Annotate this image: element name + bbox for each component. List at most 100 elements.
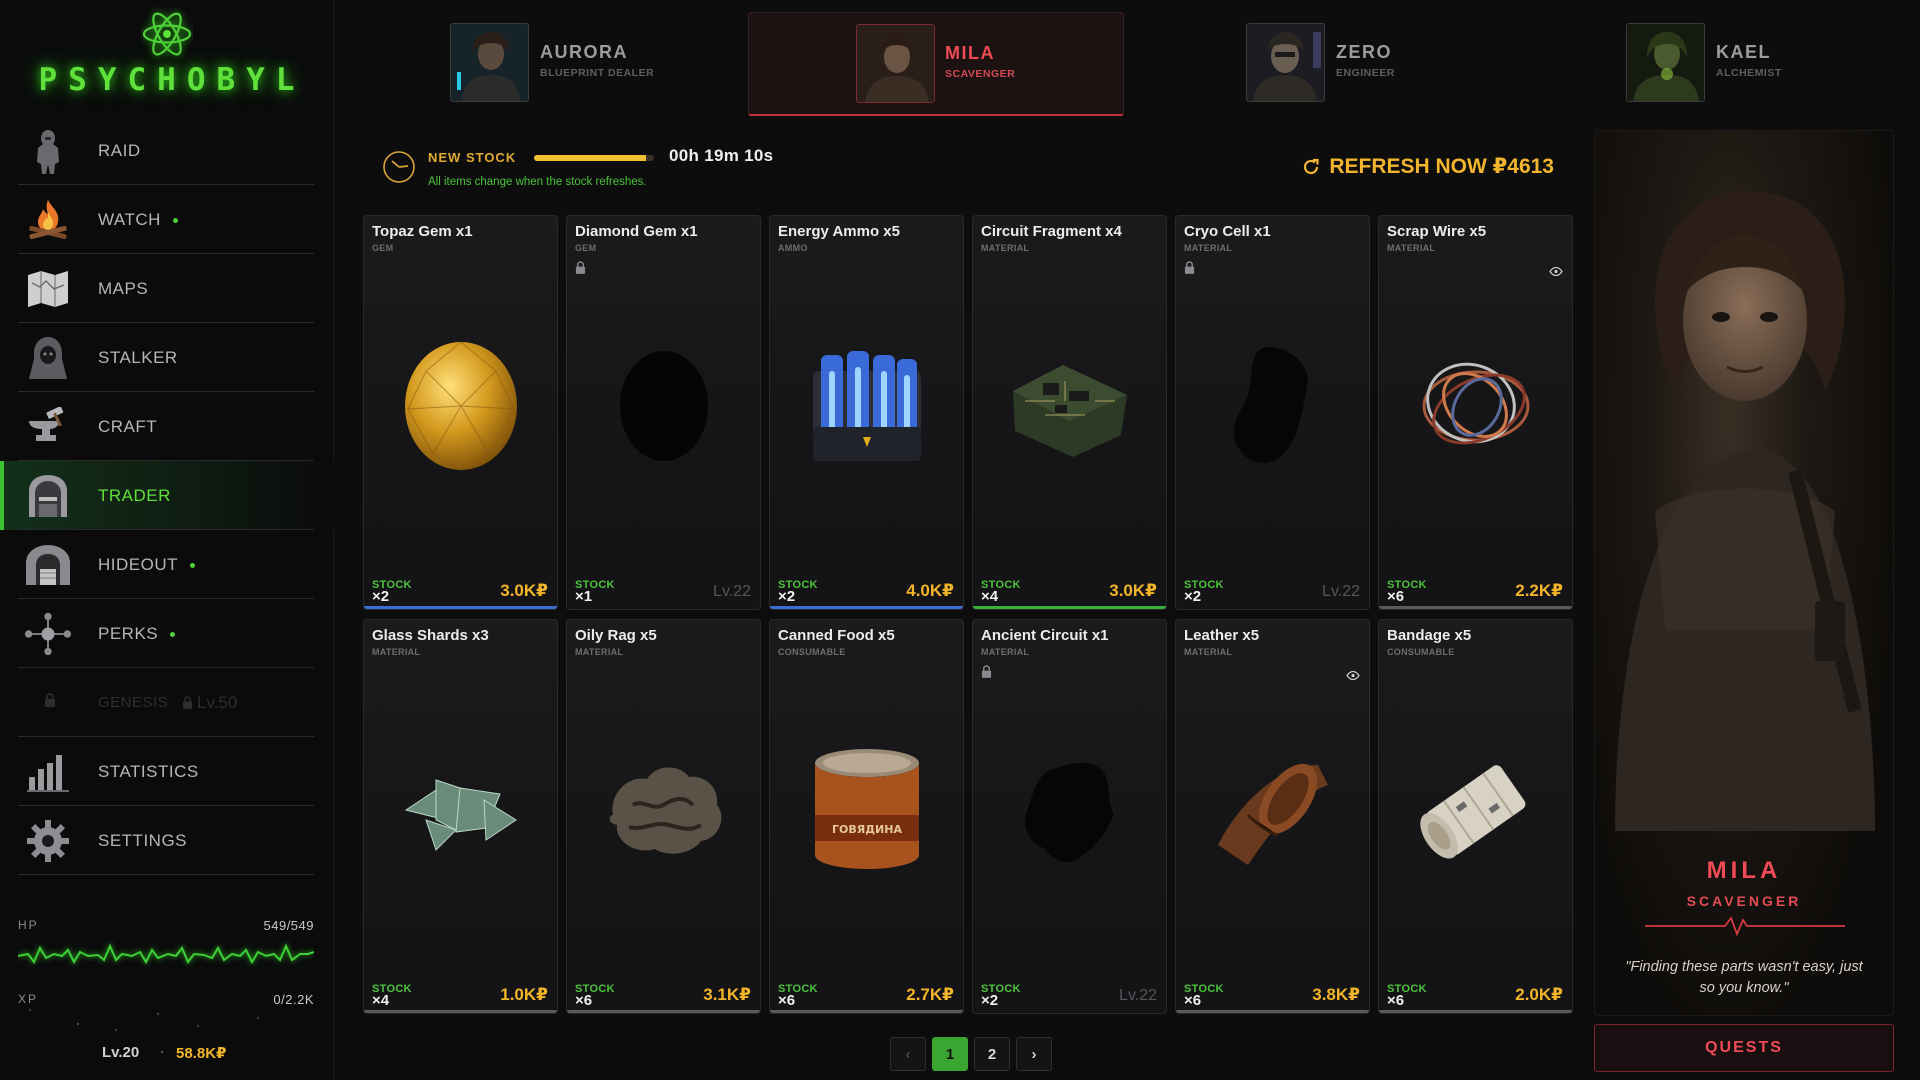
item-category: CONSUMABLE bbox=[1387, 647, 1455, 657]
item-card[interactable]: Cryo Cell x1 MATERIAL STOCK ×2 Lv.22 bbox=[1175, 215, 1370, 610]
statistics-icon bbox=[24, 748, 72, 796]
item-card[interactable]: Ancient Circuit x1 MATERIAL STOCK ×2 Lv.22 bbox=[972, 619, 1167, 1014]
stock-quantity: ×6 bbox=[1387, 992, 1405, 1009]
nav-label: STATISTICS bbox=[98, 761, 199, 781]
nav-item-settings[interactable]: SETTINGS bbox=[0, 806, 334, 875]
nav-item-craft[interactable]: CRAFT bbox=[0, 392, 334, 461]
nav-item-perks[interactable]: PERKS bbox=[0, 599, 334, 668]
item-card[interactable]: Energy Ammo x5 AMMO STOCK ×2 4.0K₽ bbox=[769, 215, 964, 610]
item-name: Scrap Wire x5 bbox=[1387, 223, 1487, 240]
map-icon bbox=[24, 265, 72, 313]
stock-timer-progress bbox=[534, 155, 654, 161]
notification-dot bbox=[172, 217, 178, 223]
item-card[interactable]: Glass Shards x3 MATERIAL STOCK ×4 1.0K₽ bbox=[363, 619, 558, 1014]
xp-row: XP 0/2.2K bbox=[18, 992, 314, 1007]
trader-portrait bbox=[856, 24, 935, 103]
nav-item-trader[interactable]: TRADER bbox=[0, 461, 334, 530]
stock-quantity: ×4 bbox=[372, 992, 390, 1009]
item-price: 2.7K₽ bbox=[906, 985, 954, 1004]
perks-icon bbox=[24, 610, 72, 658]
item-card[interactable]: Leather x5 MATERIAL STOCK ×6 3.8K₽ bbox=[1175, 619, 1370, 1014]
stock-quantity: ×6 bbox=[778, 992, 796, 1009]
tab-trader-zero[interactable]: ZERO ENGINEER bbox=[1246, 12, 1496, 116]
nav-label: CRAFT bbox=[98, 416, 158, 436]
hp-value: 549/549 bbox=[263, 918, 314, 933]
item-card[interactable]: Diamond Gem x1 GEM STOCK ×1 Lv.22 bbox=[566, 215, 761, 610]
nav-item-raid[interactable]: RAID bbox=[0, 116, 334, 185]
item-card[interactable]: Bandage x5 CONSUMABLE STOCK ×6 2.0K₽ bbox=[1378, 619, 1573, 1014]
refresh-now-button[interactable]: REFRESH NOW ₽4613 bbox=[1301, 154, 1554, 179]
eye-icon[interactable] bbox=[1549, 263, 1563, 281]
item-card[interactable]: Scrap Wire x5 MATERIAL STOCK ×6 2.2K₽ bbox=[1378, 215, 1573, 610]
player-money: 58.8K₽ bbox=[176, 1045, 227, 1062]
stock-subtitle: All items change when the stock refreshe… bbox=[428, 176, 647, 188]
trader-name: KAEL bbox=[1716, 42, 1771, 62]
prev-page-button[interactable]: ‹ bbox=[890, 1037, 926, 1071]
stock-quantity: ×6 bbox=[1184, 992, 1202, 1009]
tab-trader-kael[interactable]: KAEL ALCHEMIST bbox=[1626, 12, 1876, 116]
required-level: Lv.22 bbox=[1119, 987, 1157, 1004]
item-name: Canned Food x5 bbox=[778, 627, 895, 644]
item-card[interactable]: Oily Rag x5 MATERIAL STOCK ×6 3.1K₽ bbox=[566, 619, 761, 1014]
item-card[interactable]: Canned Food x5 CONSUMABLE ГОВЯДИНА STOCK ×6 2… bbox=[769, 619, 964, 1014]
rarity-bar bbox=[973, 606, 1166, 609]
notification-dot bbox=[170, 631, 176, 637]
trader-tabs: AURORA BLUEPRINT DEALER MILA SCAVENGER Z… bbox=[362, 0, 1920, 118]
item-name: Circuit Fragment x4 bbox=[981, 223, 1122, 240]
stock-quantity: ×6 bbox=[575, 992, 593, 1009]
lock-icon bbox=[575, 261, 586, 279]
nav-item-genesis: GENESIS Lv.50 bbox=[0, 668, 334, 737]
pulse-line-icon bbox=[1645, 916, 1845, 937]
quests-button[interactable]: QUESTS bbox=[1594, 1024, 1894, 1072]
nav-label: GENESIS bbox=[98, 694, 169, 711]
rarity-bar bbox=[567, 1010, 760, 1013]
item-name: Glass Shards x3 bbox=[372, 627, 489, 644]
item-card[interactable]: Topaz Gem x1 GEM STOCK ×2 3.0K₽ bbox=[363, 215, 558, 610]
trader-role: ALCHEMIST bbox=[1716, 67, 1782, 79]
tab-trader-aurora[interactable]: AURORA BLUEPRINT DEALER bbox=[442, 12, 692, 116]
item-image-leather bbox=[1176, 690, 1369, 930]
item-name: Diamond Gem x1 bbox=[575, 223, 698, 240]
stock-timer: 00h 19m 10s bbox=[669, 146, 774, 165]
nav-item-stalker[interactable]: STALKER bbox=[0, 323, 334, 392]
hp-heartbeat-graph bbox=[18, 943, 314, 965]
item-category: MATERIAL bbox=[981, 243, 1030, 253]
notification-dot bbox=[190, 562, 195, 568]
page-2-button[interactable]: 2 bbox=[974, 1037, 1010, 1071]
item-name: Oily Rag x5 bbox=[575, 627, 657, 644]
separator: · bbox=[160, 1044, 165, 1061]
nav-label: RAID bbox=[98, 140, 141, 160]
item-category: MATERIAL bbox=[1184, 647, 1233, 657]
trader-panel-name: MILA bbox=[1706, 857, 1782, 884]
nav-item-maps[interactable]: MAPS bbox=[0, 254, 334, 323]
trader-role: ENGINEER bbox=[1336, 67, 1395, 79]
trader-portrait bbox=[1246, 23, 1325, 102]
item-image-diamond-silhouette bbox=[567, 286, 760, 526]
next-page-button[interactable]: › bbox=[1016, 1037, 1052, 1071]
hp-row: HP 549/549 bbox=[18, 918, 314, 933]
item-name: Topaz Gem x1 bbox=[372, 223, 473, 240]
hideout-icon bbox=[24, 541, 72, 589]
trader-portrait bbox=[1626, 23, 1705, 102]
stalker-icon bbox=[24, 334, 72, 382]
eye-icon[interactable] bbox=[1346, 667, 1360, 685]
nav-label: PERKS bbox=[98, 624, 176, 644]
stock-quantity: ×2 bbox=[981, 992, 999, 1009]
nav-item-watch[interactable]: WATCH bbox=[0, 185, 334, 254]
anvil-icon bbox=[24, 403, 72, 451]
nav-label: SETTINGS bbox=[98, 830, 188, 850]
trader-panel-role: SCAVENGER bbox=[1686, 893, 1802, 909]
item-card[interactable]: Circuit Fragment x4 MATERIAL STOCK ×4 3.0K₽ bbox=[972, 215, 1167, 610]
item-image-circuit-fragment bbox=[973, 286, 1166, 526]
nav-item-statistics[interactable]: STATISTICS bbox=[0, 737, 334, 806]
trader-role: SCAVENGER bbox=[945, 68, 1016, 80]
stock-quantity: ×4 bbox=[981, 588, 999, 605]
clock-icon bbox=[382, 150, 416, 189]
stock-quantity: ×6 bbox=[1387, 588, 1405, 605]
tab-trader-mila[interactable]: MILA SCAVENGER bbox=[748, 12, 1124, 116]
nav-item-hideout[interactable]: HIDEOUT bbox=[0, 530, 334, 599]
lock-icon bbox=[44, 693, 56, 712]
stock-refresh-bar: NEW STOCK 00h 19m 10s All items change w… bbox=[362, 136, 1574, 200]
page-1-button[interactable]: 1 bbox=[932, 1037, 968, 1071]
item-image-oily-rag bbox=[567, 690, 760, 930]
